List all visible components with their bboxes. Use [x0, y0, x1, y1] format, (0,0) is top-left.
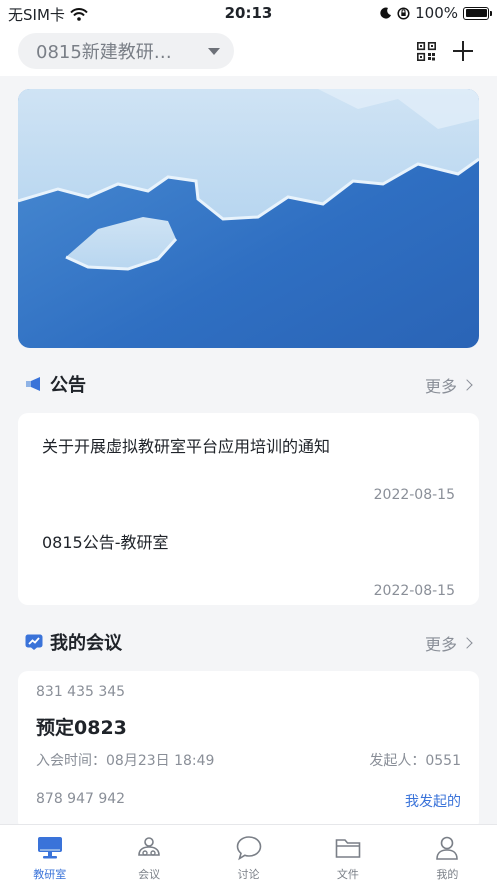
- more-label: 更多: [424, 377, 457, 396]
- meetings-card: 831 435 345 预定0823 入会时间：08月23日 18:49 发起人…: [18, 671, 479, 831]
- announcement-title: 0815公告-教研室: [42, 533, 169, 552]
- tab-meetings[interactable]: 会议: [99, 825, 198, 883]
- announcement-date: 2022-08-15: [373, 487, 455, 503]
- megaphone-icon: [26, 377, 40, 391]
- tab-bar: 教研室 会议 讨论 文件 我的: [0, 824, 497, 883]
- tab-label: 文件: [336, 868, 359, 881]
- meeting-initiator-value: 0551: [425, 753, 461, 769]
- more-label: 更多: [424, 635, 457, 654]
- user-icon: [436, 836, 459, 860]
- room-selector[interactable]: 0815新建教研…: [18, 33, 234, 69]
- announcements-more-link[interactable]: 更多: [424, 373, 473, 397]
- chat-bubble-icon: [236, 836, 261, 861]
- caret-down-icon: [208, 47, 220, 55]
- chevron-right-icon: [461, 637, 473, 649]
- monitor-icon: [37, 837, 62, 859]
- tab-label: 讨论: [237, 868, 260, 881]
- announcement-date: 2022-08-15: [373, 583, 455, 599]
- meeting-details: 入会时间：08月23日 18:49 发起人：0551: [36, 750, 461, 770]
- initiated-by-me-tag: 我发起的: [405, 794, 461, 810]
- announcements-card: 关于开展虚拟教研室平台应用培训的通知 2022-08-15 0815公告-教研室…: [18, 413, 479, 605]
- battery-icon: [463, 6, 492, 20]
- tab-label: 教研室: [33, 868, 67, 881]
- announcement-item[interactable]: 0815公告-教研室 2022-08-15: [42, 529, 455, 599]
- meeting-id: 831 435 345: [36, 684, 126, 700]
- meeting-summary: 878 947 942 我发起的: [36, 791, 461, 811]
- status-indicators: 100%: [380, 4, 492, 22]
- status-bar: 无SIM卡 20:13 100%: [0, 0, 497, 28]
- tab-label: 会议: [138, 868, 161, 881]
- qr-code-icon[interactable]: [417, 42, 436, 61]
- folder-icon: [335, 839, 361, 858]
- meeting-icon: [138, 837, 160, 856]
- announcement-item[interactable]: 关于开展虚拟教研室平台应用培训的通知 2022-08-15: [42, 433, 455, 503]
- meeting-time: 入会时间：08月23日 18:49: [36, 750, 214, 770]
- add-icon[interactable]: [452, 40, 474, 62]
- chevron-right-icon: [461, 379, 473, 391]
- meeting-time-value: 08月23日 18:49: [106, 753, 215, 769]
- announcements-header: 公告 更多: [0, 369, 497, 399]
- meetings-title: 我的会议: [50, 633, 122, 654]
- meeting-chart-icon: [25, 634, 43, 650]
- tab-label: 我的: [436, 868, 459, 881]
- room-name: 0815新建教研…: [36, 42, 172, 63]
- tab-discussion[interactable]: 讨论: [199, 825, 298, 883]
- tab-files[interactable]: 文件: [298, 825, 397, 883]
- meeting-id: 878 947 942: [36, 791, 126, 807]
- meeting-initiator-label: 发起人：: [369, 753, 426, 769]
- meetings-header: 我的会议 更多: [0, 627, 497, 657]
- announcements-title: 公告: [50, 375, 86, 396]
- meetings-more-link[interactable]: 更多: [424, 631, 473, 655]
- orientation-lock-icon: [397, 6, 410, 20]
- meeting-name: 预定0823: [36, 717, 127, 739]
- banner-image[interactable]: [18, 89, 479, 348]
- battery-percent: 100%: [415, 4, 458, 22]
- announcement-title: 关于开展虚拟教研室平台应用培训的通知: [42, 437, 331, 456]
- tab-teaching-room[interactable]: 教研室: [0, 825, 99, 883]
- tab-me[interactable]: 我的: [398, 825, 497, 883]
- meeting-initiator: 发起人：0551: [369, 750, 461, 770]
- moon-icon: [380, 7, 392, 19]
- top-bar: 0815新建教研…: [0, 28, 497, 76]
- meeting-time-label: 入会时间：: [36, 753, 106, 769]
